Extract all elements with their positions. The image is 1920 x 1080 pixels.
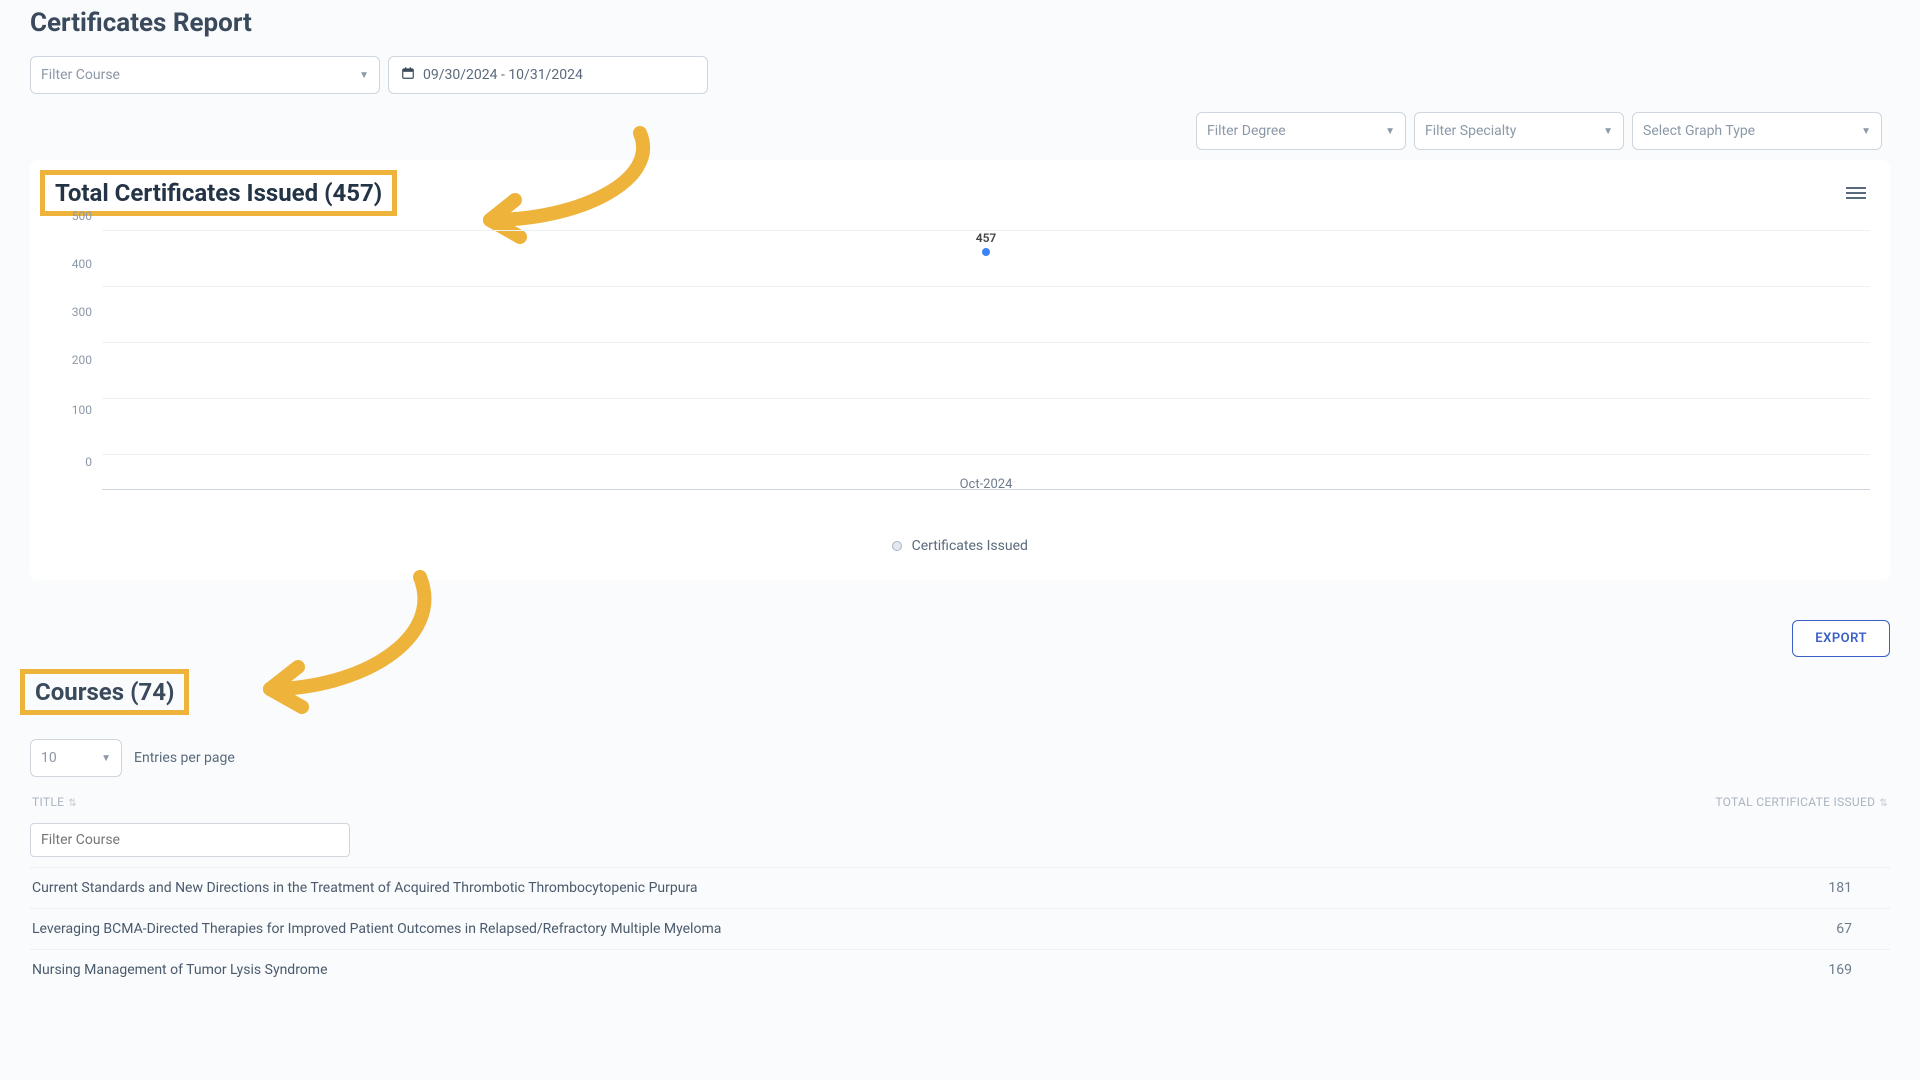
y-tick: 100 [72, 403, 92, 417]
course-count-cell: 169 [1828, 962, 1888, 978]
chart-plot-area: 0 100 200 300 400 500 457 Oct-2024 [50, 230, 1870, 510]
y-tick: 200 [72, 353, 92, 367]
filter-specialty-select[interactable]: Filter Specialty ▼ [1414, 112, 1624, 150]
entries-value: 10 [41, 750, 57, 766]
entries-per-page-select[interactable]: 10 ▼ [30, 739, 122, 777]
course-title-cell: Current Standards and New Directions in … [32, 880, 698, 896]
filter-course-input-row [30, 823, 1890, 857]
legend-label: Certificates Issued [912, 538, 1028, 554]
filter-course-placeholder: Filter Course [41, 67, 120, 83]
course-title-cell: Nursing Management of Tumor Lysis Syndro… [32, 962, 328, 978]
chart-legend: Certificates Issued [50, 538, 1870, 554]
entries-per-page-label: Entries per page [134, 750, 235, 766]
table-row[interactable]: Current Standards and New Directions in … [30, 867, 1890, 908]
chart-menu-button[interactable] [1846, 184, 1866, 202]
page-title: Certificates Report [30, 8, 1890, 38]
column-header-count[interactable]: TOTAL CERTIFICATE ISSUED⇅ [1715, 795, 1888, 809]
legend-marker-icon [892, 541, 902, 551]
filter-row-top: Filter Course ▼ 09/30/2024 - 10/31/2024 [30, 56, 1890, 94]
chevron-down-icon: ▼ [1385, 126, 1395, 137]
chevron-down-icon: ▼ [1861, 126, 1871, 137]
filter-course-select[interactable]: Filter Course ▼ [30, 56, 380, 94]
course-count-cell: 181 [1828, 880, 1888, 896]
graph-type-placeholder: Select Graph Type [1643, 123, 1755, 139]
sort-icon: ⇅ [1879, 798, 1888, 809]
filter-course-input[interactable] [30, 823, 350, 857]
column-header-title[interactable]: TITLE⇅ [32, 795, 77, 809]
y-tick: 400 [72, 257, 92, 271]
course-title-cell: Leveraging BCMA-Directed Therapies for I… [32, 921, 721, 937]
calendar-icon [401, 66, 415, 84]
y-tick: 300 [72, 305, 92, 319]
x-tick-label: Oct-2024 [960, 477, 1013, 492]
courses-table-header: TITLE⇅ TOTAL CERTIFICATE ISSUED⇅ [30, 787, 1890, 817]
filter-row-right: Filter Degree ▼ Filter Specialty ▼ Selec… [30, 112, 1890, 150]
chart-card: Total Certificates Issued (457) 0 100 20… [30, 160, 1890, 580]
y-tick: 0 [85, 455, 92, 469]
y-axis: 0 100 200 300 400 500 [50, 230, 98, 490]
table-row[interactable]: Leveraging BCMA-Directed Therapies for I… [30, 908, 1890, 949]
data-point-label: 457 [976, 231, 997, 245]
chart-title: Total Certificates Issued (457) [55, 179, 382, 207]
select-graph-type[interactable]: Select Graph Type ▼ [1632, 112, 1882, 150]
data-point[interactable] [982, 248, 990, 256]
courses-title: Courses (74) [35, 678, 174, 706]
date-range-picker[interactable]: 09/30/2024 - 10/31/2024 [388, 56, 708, 94]
chevron-down-icon: ▼ [359, 70, 369, 81]
filter-degree-placeholder: Filter Degree [1207, 123, 1286, 139]
annotation-highlight-courses: Courses (74) [20, 669, 189, 715]
sort-icon: ⇅ [68, 798, 77, 809]
course-count-cell: 67 [1828, 921, 1888, 937]
plot-region: 457 Oct-2024 [102, 230, 1870, 490]
export-row: EXPORT [30, 620, 1890, 657]
entries-per-page-row: 10 ▼ Entries per page [30, 739, 1890, 777]
chevron-down-icon: ▼ [101, 753, 111, 764]
filter-specialty-placeholder: Filter Specialty [1425, 123, 1516, 139]
date-range-value: 09/30/2024 - 10/31/2024 [423, 67, 583, 83]
filter-degree-select[interactable]: Filter Degree ▼ [1196, 112, 1406, 150]
table-row[interactable]: Nursing Management of Tumor Lysis Syndro… [30, 949, 1890, 990]
export-button[interactable]: EXPORT [1792, 620, 1890, 657]
chevron-down-icon: ▼ [1603, 126, 1613, 137]
annotation-highlight-certificates: Total Certificates Issued (457) [40, 170, 397, 216]
y-tick: 500 [72, 209, 92, 223]
